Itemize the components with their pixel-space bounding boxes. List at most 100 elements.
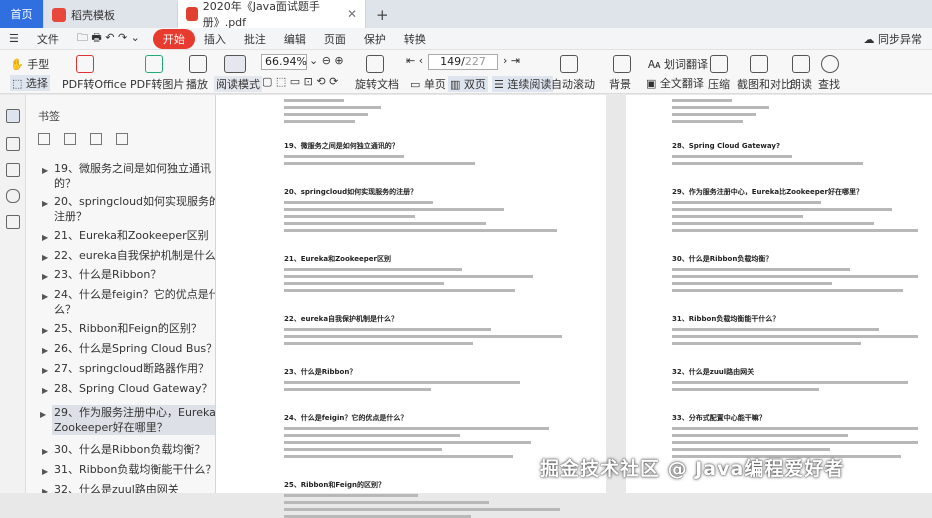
- expand-arrow-icon[interactable]: ▶: [42, 250, 48, 265]
- panel-tools[interactable]: [38, 133, 142, 148]
- text-line: [284, 328, 491, 331]
- translate-word-button[interactable]: 🗛 划词翻译: [648, 56, 708, 72]
- expand-arrow-icon[interactable]: ▶: [42, 343, 48, 358]
- auto-scroll-button[interactable]: 自动滚动: [551, 76, 595, 92]
- text-line: [672, 201, 821, 204]
- expand-arrow-icon[interactable]: ▶: [42, 163, 48, 178]
- expand-arrow-icon[interactable]: ▶: [42, 196, 48, 211]
- expand-arrow-icon[interactable]: ▶: [42, 323, 48, 338]
- delete-bookmark-icon[interactable]: [116, 133, 128, 145]
- watermark: 掘金技术社区 @ Java编程爱好者: [540, 454, 844, 481]
- bookmark-item[interactable]: ▶25、Ribbon和Feign的区别？: [54, 321, 216, 336]
- pdf-to-office-button[interactable]: PDF转Office: [62, 76, 127, 92]
- new-tab-button[interactable]: +: [366, 2, 399, 28]
- play-icon: [189, 55, 207, 73]
- bookmark-item[interactable]: ▶26、什么是Spring Cloud Bus？: [54, 341, 216, 356]
- bookmark-item[interactable]: ▶31、Ribbon负载均衡能干什么？: [54, 462, 216, 477]
- bookmark-item[interactable]: ▶29、作为服务注册中心，Eureka比Zookeeper好在哪里？: [52, 405, 216, 435]
- bookmark-item[interactable]: ▶22、eureka自我保护机制是什么？: [54, 248, 216, 263]
- single-page-button[interactable]: ▭ 单页: [410, 76, 446, 92]
- bookmark-item[interactable]: ▶19、微服务之间是如何独立通讯的？: [54, 161, 216, 191]
- comment-icon[interactable]: [6, 163, 20, 177]
- screenshot-icon: [750, 55, 768, 73]
- bookmark-item[interactable]: ▶20、springcloud如何实现服务的注册？: [54, 194, 216, 224]
- thumbnail-icon[interactable]: [6, 137, 20, 151]
- page-nav-next-icon[interactable]: › ⇥: [503, 54, 520, 67]
- page-nav-prev-icon[interactable]: ⇤ ‹: [406, 54, 423, 67]
- text-line: [672, 113, 756, 116]
- book-icon: [224, 55, 246, 73]
- expand-arrow-icon[interactable]: ▶: [42, 230, 48, 245]
- bookmark-item[interactable]: ▶24、什么是feigin？它的优点是什么？: [54, 287, 216, 317]
- text-line: [284, 501, 489, 504]
- section-heading: 30、什么是Ribbon负载均衡？: [672, 254, 772, 264]
- continuous-read-button[interactable]: ☰ 连续阅读: [492, 76, 553, 92]
- menu-convert[interactable]: 转换: [395, 31, 435, 47]
- background-button[interactable]: 背景: [609, 76, 631, 92]
- zoom-input[interactable]: 66.94%: [261, 54, 307, 70]
- text-line: [672, 427, 918, 430]
- menu-protect[interactable]: 保护: [355, 31, 395, 47]
- tab-pdf-file[interactable]: 2020年《Java面试题手册》.pdf✕: [178, 0, 366, 28]
- sync-status[interactable]: ☁ 同步异常: [864, 31, 932, 47]
- screenshot-compare-button[interactable]: 截图和对比: [737, 76, 792, 92]
- bookmark-item[interactable]: ▶21、Eureka和Zookeeper区别: [54, 228, 216, 243]
- translate-full-button[interactable]: ▣ 全文翻译: [646, 75, 704, 91]
- double-page-button[interactable]: ▥ 双页: [448, 76, 488, 92]
- signature-icon[interactable]: [6, 215, 20, 229]
- expand-arrow-icon[interactable]: ▶: [42, 484, 48, 493]
- expand-arrow-icon[interactable]: ▶: [42, 363, 48, 378]
- menu-edit[interactable]: 编辑: [275, 31, 315, 47]
- add-bookmark-icon[interactable]: [90, 133, 102, 145]
- rotate-document-button[interactable]: 旋转文档: [355, 76, 399, 92]
- expand-arrow-icon[interactable]: ▶: [42, 269, 48, 284]
- expand-arrow-icon[interactable]: ▶: [42, 289, 48, 304]
- bookmark-item[interactable]: ▶23、什么是Ribbon？: [54, 267, 216, 282]
- docer-icon: [52, 8, 66, 22]
- text-line: [672, 120, 743, 123]
- text-line: [284, 342, 473, 345]
- section-heading: 28、Spring Cloud Gateway?: [672, 141, 780, 151]
- bookmark-item[interactable]: ▶32、什么是zuul路由网关: [54, 482, 216, 493]
- play-button[interactable]: 播放: [186, 76, 208, 92]
- view-tool-icons[interactable]: ▢ ⬚ ▭ ⊡ ⟲ ⟳: [262, 75, 338, 88]
- page-number-input[interactable]: 149/227: [428, 54, 498, 70]
- read-aloud-button[interactable]: 朗读: [790, 76, 812, 92]
- tab-home[interactable]: 首页: [0, 0, 44, 28]
- close-icon[interactable]: ✕: [347, 7, 357, 21]
- text-line: [284, 434, 460, 437]
- expand-arrow-icon[interactable]: ▶: [42, 383, 48, 398]
- expand-arrow-icon[interactable]: ▶: [42, 464, 48, 479]
- menu-start[interactable]: 开始: [153, 29, 195, 49]
- menu-quick-icons[interactable]: 🗀 🖶 ↶ ↷ ⌄: [68, 29, 149, 48]
- hand-tool[interactable]: ✋ 手型: [10, 56, 49, 72]
- text-line: [284, 106, 381, 109]
- bookmark-icon[interactable]: [6, 109, 20, 123]
- section-heading: 31、Ribbon负载均衡能干什么？: [672, 314, 779, 324]
- rotate-icon: [366, 55, 384, 73]
- expand-icon[interactable]: [38, 133, 50, 145]
- read-mode-button[interactable]: 阅读模式: [214, 76, 262, 92]
- expand-arrow-icon[interactable]: ▶: [40, 407, 46, 422]
- menu-page[interactable]: 页面: [315, 31, 355, 47]
- menu-file[interactable]: 文件: [28, 31, 68, 47]
- zoom-dropdown-icon[interactable]: ⌄ ⊖ ⊕: [309, 54, 344, 67]
- select-tool[interactable]: ⬚ 选择: [10, 75, 50, 91]
- read-aloud-icon: [792, 55, 810, 73]
- tab-template[interactable]: 稻壳模板: [44, 2, 178, 28]
- bookmark-item[interactable]: ▶30、什么是Ribbon负载均衡？: [54, 442, 216, 457]
- menu-annotate[interactable]: 批注: [235, 31, 275, 47]
- bookmark-item[interactable]: ▶27、springcloud断路器作用？: [54, 361, 216, 376]
- compress-button[interactable]: 压缩: [708, 76, 730, 92]
- bookmark-item[interactable]: ▶28、Spring Cloud Gateway？: [54, 381, 216, 396]
- attachment-icon[interactable]: [6, 189, 20, 203]
- text-line: [284, 155, 404, 158]
- collapse-icon[interactable]: [64, 133, 76, 145]
- find-button[interactable]: 查找: [818, 76, 840, 92]
- menu-insert[interactable]: 插入: [195, 31, 235, 47]
- pdf-to-image-button[interactable]: PDF转图片: [130, 76, 184, 92]
- hamburger-icon[interactable]: ☰: [0, 32, 28, 45]
- text-line: [672, 381, 908, 384]
- expand-arrow-icon[interactable]: ▶: [42, 444, 48, 459]
- background-icon: [613, 55, 631, 73]
